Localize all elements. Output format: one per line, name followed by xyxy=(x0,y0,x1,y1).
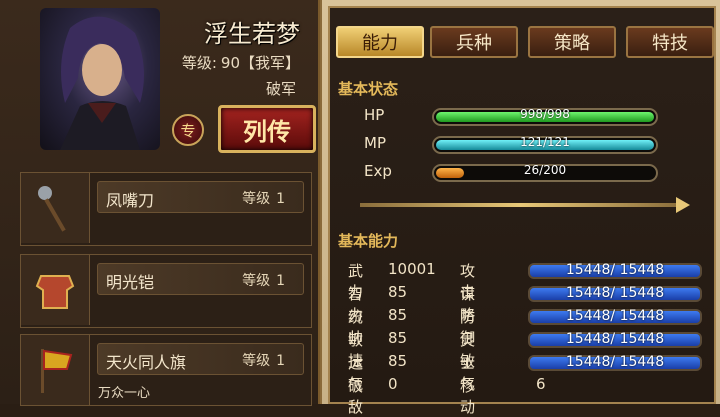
equipment-slot-armor[interactable]: 明光铠 等级 1 xyxy=(20,254,312,328)
equipment-slot-weapon[interactable]: 凤嘴刀 等级 1 xyxy=(20,172,312,246)
hp-value: 998/998 xyxy=(520,107,570,121)
strategy-bar: 15448/ 15448 xyxy=(528,285,702,302)
hero-faction: 破军 xyxy=(265,80,296,98)
mp-value: 121/121 xyxy=(520,135,570,149)
flag-icon xyxy=(21,335,90,405)
mp-label: MP xyxy=(364,134,386,152)
equipment-name: 明光铠 xyxy=(106,273,155,292)
hero-name: 浮生若梦 xyxy=(204,20,300,48)
defense-bar: 15448/ 15448 xyxy=(528,308,702,325)
tab-ability[interactable]: 能力 xyxy=(336,26,424,58)
equipment-level: 等级 1 xyxy=(242,191,285,207)
blade-weapon-icon xyxy=(21,173,90,243)
equipment-level: 等级 1 xyxy=(242,273,285,289)
specialty-icon[interactable]: 专 xyxy=(172,114,204,146)
hero-portrait-icon xyxy=(60,16,144,150)
attack-bar: 15448/ 15448 xyxy=(528,262,702,279)
mp-bar: 121/121 xyxy=(432,135,658,154)
tab-special-skill[interactable]: 特技 xyxy=(626,26,714,58)
morale-bar: 15448/ 15448 xyxy=(528,354,702,371)
equipment-name: 凤嘴刀 xyxy=(106,191,155,210)
equipment-subtitle: 万众一心 xyxy=(98,386,151,401)
basic-status-title: 基本状态 xyxy=(338,80,399,98)
hero-level-label: 等级: xyxy=(181,54,217,72)
equipment-slot-flag[interactable]: 天火同人旗 等级 1 xyxy=(20,334,312,406)
equipment-level: 等级 1 xyxy=(242,353,285,369)
hero-info-panel: 浮生若梦 等级: 90【我军】 破军 专 列传 凤嘴刀 等级 1 明光铠 等级 1 天… xyxy=(0,0,320,406)
exp-value: 26/200 xyxy=(523,163,567,177)
biography-button[interactable]: 列传 xyxy=(218,105,316,153)
arrow-head-icon xyxy=(676,197,690,213)
exp-label: Exp xyxy=(364,162,392,180)
divider-arrow xyxy=(360,203,680,207)
tab-strategy[interactable]: 策略 xyxy=(528,26,616,58)
hp-label: HP xyxy=(364,106,385,124)
armor-icon xyxy=(21,255,90,325)
hero-portrait xyxy=(40,8,160,150)
exp-bar: 26/200 xyxy=(432,163,658,182)
tab-troop-type[interactable]: 兵种 xyxy=(430,26,518,58)
agility-bar: 15448/ 15448 xyxy=(528,331,702,348)
hp-bar: 998/998 xyxy=(432,107,658,126)
hero-level: 等级: 90【我军】 xyxy=(182,52,300,73)
stats-panel: 能力 兵种 策略 特技 基本状态 HP 998/998 MP 121/121 E… xyxy=(320,0,720,416)
hero-level-value: 90【我军】 xyxy=(220,54,300,72)
equipment-name: 天火同人旗 xyxy=(106,353,187,372)
move-value: 6 xyxy=(536,375,546,393)
basic-ability-title: 基本能力 xyxy=(338,232,399,250)
